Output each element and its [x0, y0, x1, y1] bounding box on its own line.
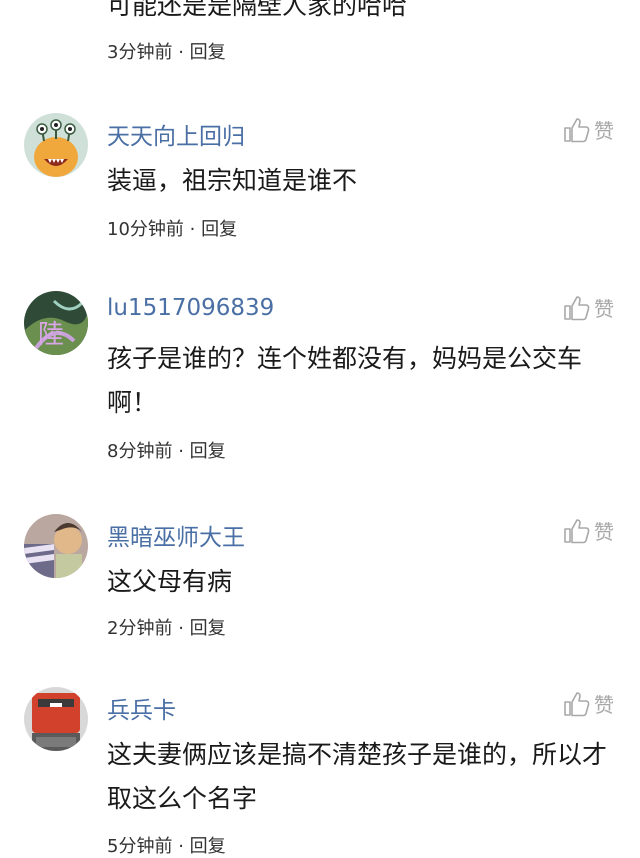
avatar[interactable] [24, 514, 88, 578]
monster-avatar-icon [24, 113, 88, 177]
meta-separator: · [178, 441, 184, 462]
avatar[interactable] [24, 113, 88, 177]
like-label: 赞 [594, 297, 614, 321]
comment-text: 孩子是谁的？连个姓都没有，妈妈是公交车啊！ [107, 344, 583, 417]
comment-text: 装逼，祖宗知道是谁不 [107, 166, 358, 195]
comment-text: 这夫妻俩应该是搞不清楚孩子是谁的，所以才取这么个名字 [107, 740, 608, 813]
comment-meta: 5分钟前 · 回复 [107, 832, 226, 858]
svg-text:陸: 陸 [38, 320, 64, 350]
username[interactable]: 黑暗巫师大王 [107, 518, 245, 552]
thumbs-up-icon [564, 295, 590, 320]
artwork-avatar-icon: 陸 [24, 291, 88, 355]
like-label: 赞 [594, 520, 614, 544]
comment-meta: 2分钟前 · 回复 [107, 614, 226, 640]
thumbs-up-icon [564, 117, 590, 142]
comment-time: 8分钟前 [107, 441, 173, 462]
like-button[interactable]: 赞 [563, 293, 614, 322]
reply-button[interactable]: 回复 [190, 618, 226, 639]
username[interactable]: 兵兵卡 [107, 691, 176, 725]
comment-text: 可能还是是隔壁人家的哈哈 [107, 0, 408, 20]
comment-text: 这父母有病 [107, 567, 233, 596]
like-label: 赞 [594, 693, 614, 717]
like-button[interactable]: 赞 [563, 516, 614, 545]
username[interactable]: lu1517096839 [107, 295, 274, 321]
reply-button[interactable]: 回复 [201, 219, 237, 240]
username[interactable]: 天天向上回归 [107, 117, 245, 151]
thumbs-up-icon [564, 518, 590, 543]
thumbs-up-icon [564, 691, 590, 716]
comment-meta: 3分钟前 · 回复 [107, 38, 226, 64]
meta-separator: · [178, 618, 184, 639]
like-label: 赞 [594, 119, 614, 143]
photo-avatar-icon [24, 514, 88, 578]
avatar[interactable]: 陸 [24, 291, 88, 355]
like-button[interactable]: 赞 [563, 115, 614, 144]
machine-avatar-icon [24, 687, 88, 751]
comment-time: 2分钟前 [107, 618, 173, 639]
meta-separator: · [189, 219, 196, 240]
avatar[interactable] [24, 687, 88, 751]
comment-time: 3分钟前 [107, 42, 173, 63]
reply-button[interactable]: 回复 [190, 441, 226, 462]
meta-separator: · [178, 42, 184, 63]
comment-meta: 8分钟前 · 回复 [107, 437, 226, 463]
like-button[interactable]: 赞 [563, 689, 614, 718]
comment-time: 10分钟前 [107, 219, 184, 240]
comment-meta: 10分钟前 · 回复 [107, 215, 237, 241]
reply-button[interactable]: 回复 [190, 42, 226, 63]
